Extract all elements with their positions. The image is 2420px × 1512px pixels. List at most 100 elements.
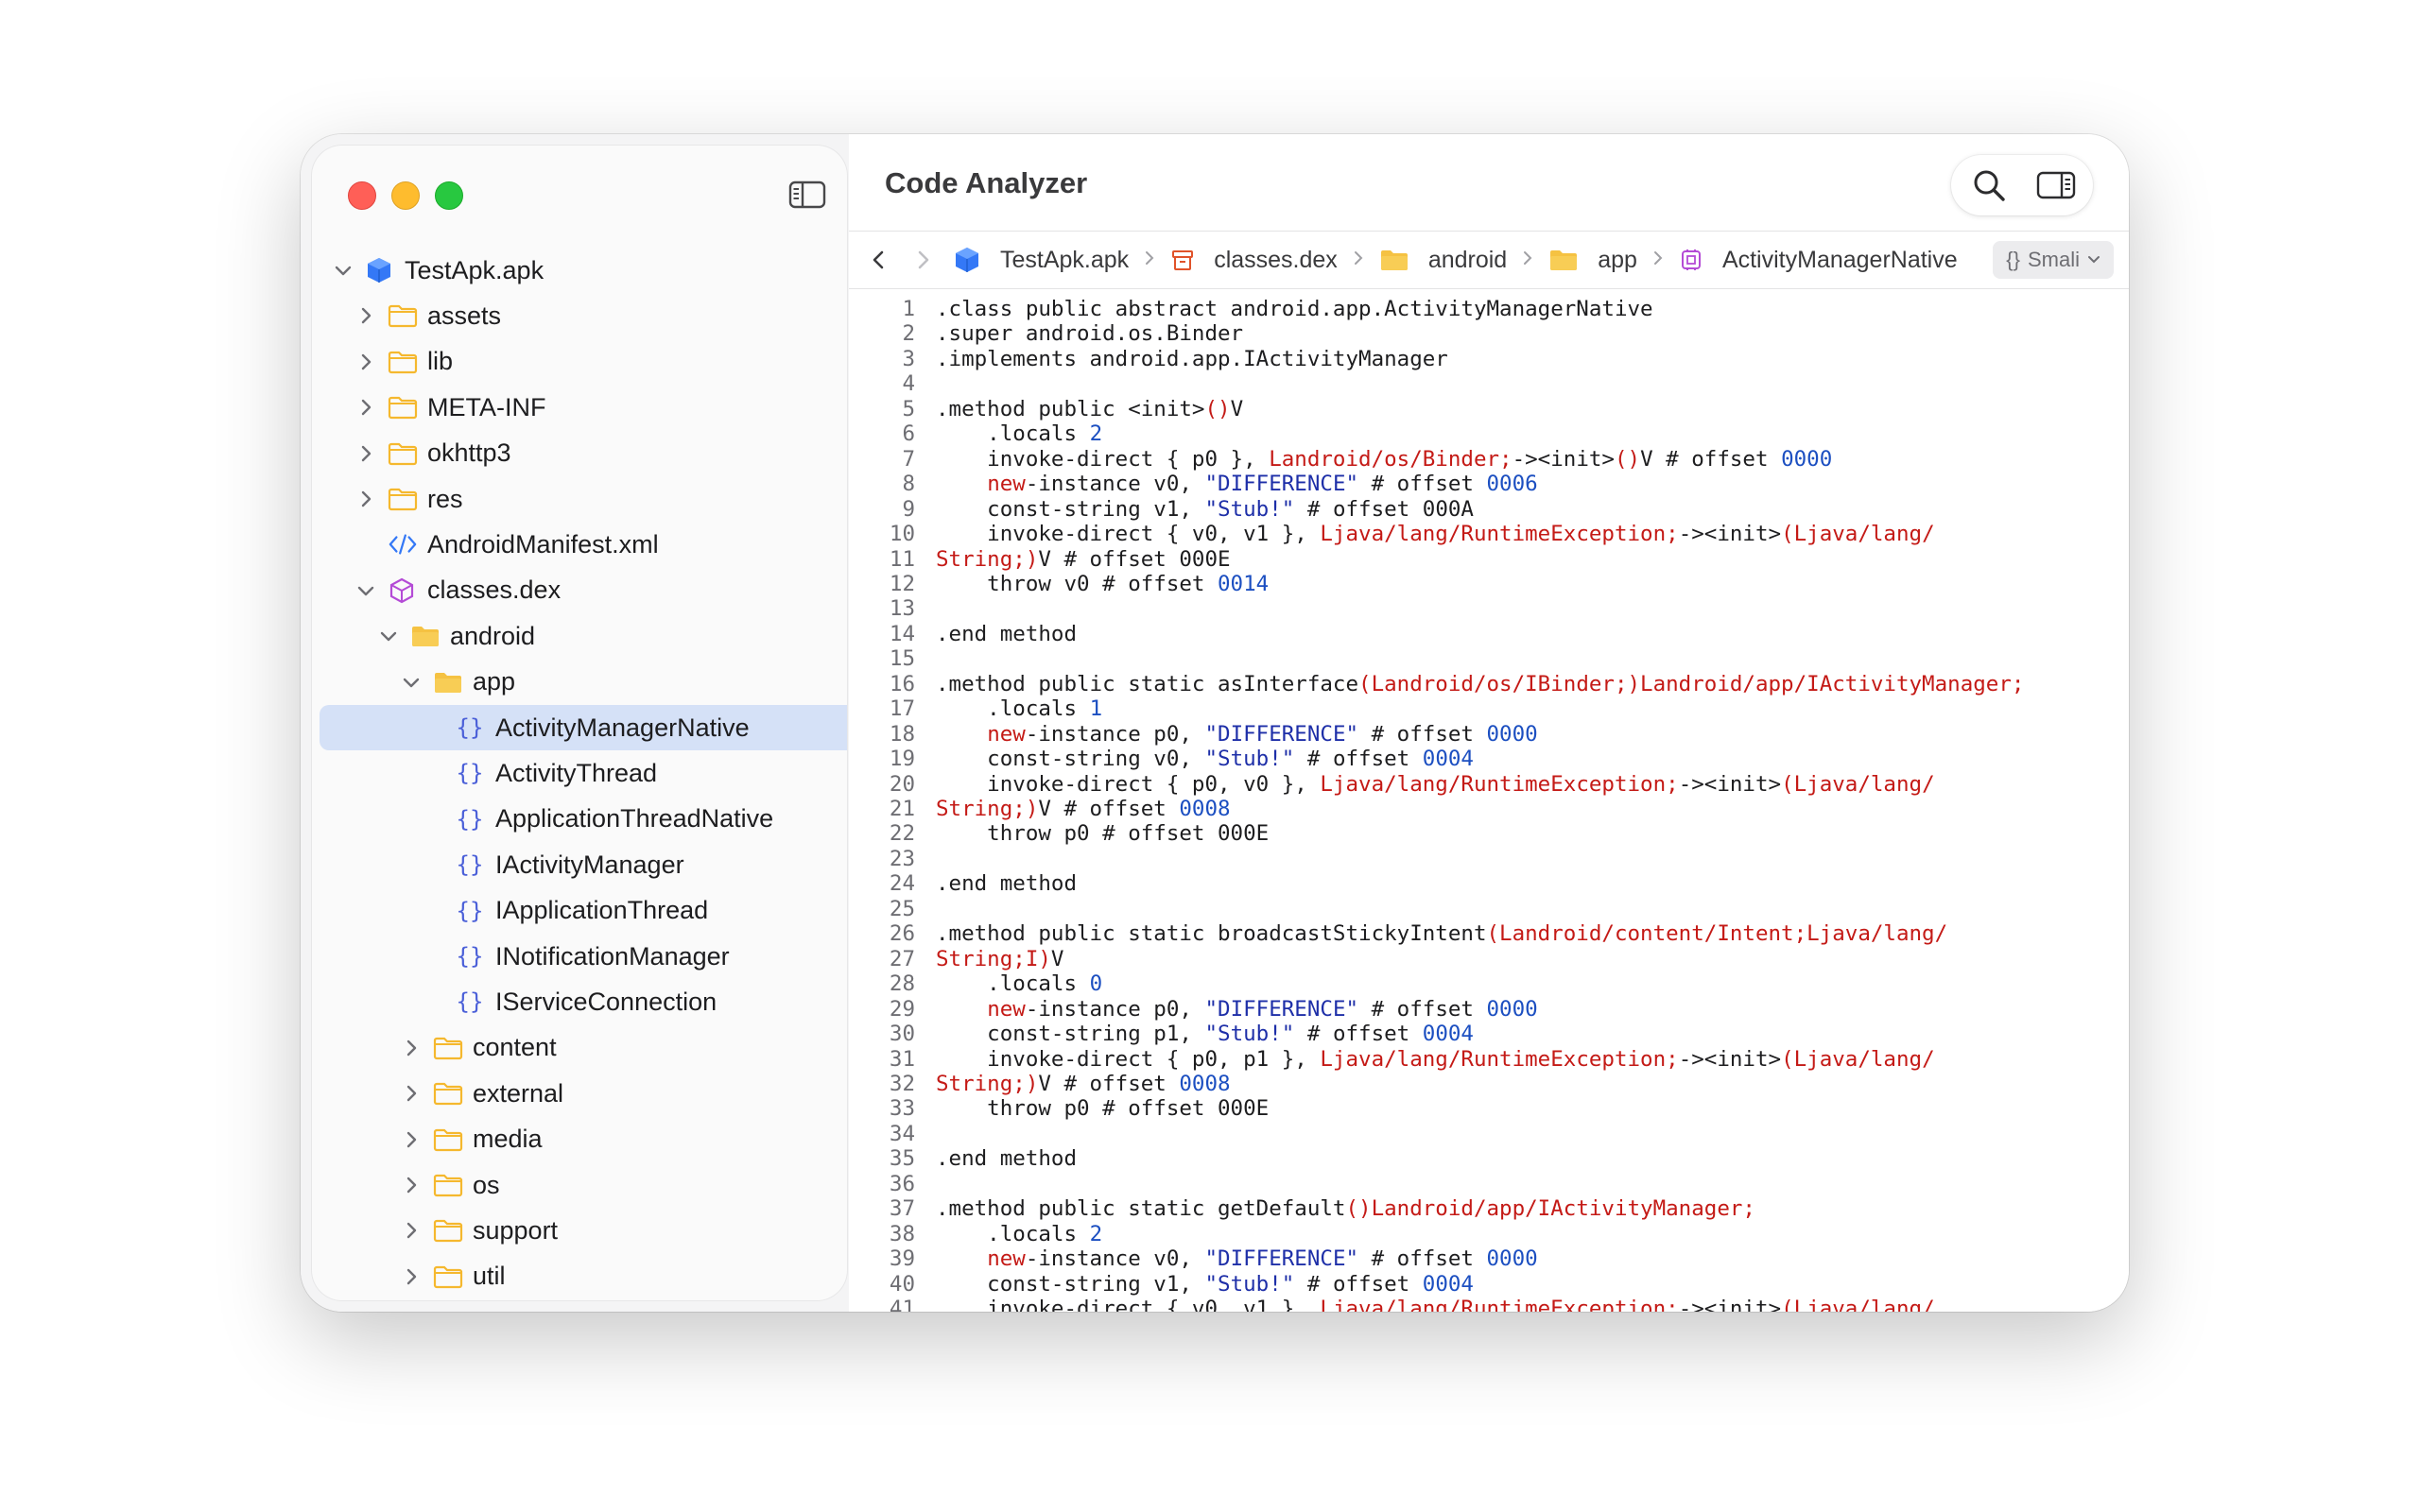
- code-token: V # offset: [1640, 446, 1782, 472]
- code-token: "DIFFERENCE": [1204, 721, 1359, 747]
- tree-item-label: external: [473, 1078, 564, 1108]
- code-token: .locals: [936, 971, 1090, 997]
- tree-item-activitythread[interactable]: {} ActivityThread: [312, 750, 658, 796]
- code-editor[interactable]: 1 .class public abstract android.app.Acti…: [849, 289, 2129, 1312]
- code-token: # offset: [1358, 996, 1487, 1022]
- tree-item-external[interactable]: external: [312, 1071, 563, 1116]
- code-line: 41 invoke-direct { v0, v1 }, Ljava/lang/…: [849, 1297, 2129, 1312]
- tree-item-okhttp3[interactable]: okhttp3: [312, 431, 511, 476]
- code-text: throw v0 # offset 0014: [936, 572, 1269, 596]
- tree-item-app[interactable]: app: [312, 660, 515, 705]
- chevron-right-icon[interactable]: [355, 443, 388, 464]
- code-line: 12 throw v0 # offset 0014: [849, 572, 2129, 596]
- tree-item-classes-dex[interactable]: classes.dex: [312, 568, 561, 613]
- code-token: 0000: [1781, 446, 1833, 472]
- sidebar: TestApk.apk assets lib META-INF okhttp3 res An…: [312, 146, 847, 1300]
- language-select[interactable]: {} Smali: [1993, 241, 2114, 279]
- code-line: 38 .locals 2: [849, 1222, 2129, 1246]
- chevron-right-icon[interactable]: [355, 397, 388, 418]
- braces-icon: {}: [456, 851, 486, 878]
- code-token: "DIFFERENCE": [1204, 996, 1359, 1022]
- dex-file-icon: [388, 577, 418, 604]
- back-chevron-icon[interactable]: [868, 246, 890, 274]
- breadcrumb-item[interactable]: ActivityManagerNative: [1679, 247, 1958, 274]
- code-token: Ljava/lang/RuntimeException;: [1320, 771, 1679, 797]
- chevron-right-icon[interactable]: [401, 1220, 433, 1241]
- tree-item-testapk-apk[interactable]: TestApk.apk: [312, 248, 544, 293]
- tree-item-support[interactable]: support: [312, 1208, 558, 1253]
- line-number: 31: [889, 1046, 915, 1072]
- folder-icon: [388, 440, 418, 467]
- chevron-down-icon[interactable]: [401, 672, 433, 693]
- code-text: .end method: [936, 871, 1077, 896]
- tree-item-assets[interactable]: assets: [312, 293, 501, 338]
- inspector-toggle-icon[interactable]: [2036, 170, 2076, 200]
- zoom-window-button[interactable]: [435, 181, 463, 210]
- chevron-right-icon[interactable]: [355, 489, 388, 509]
- line-number: 21: [889, 797, 915, 821]
- chevron-right-icon[interactable]: [355, 352, 388, 372]
- code-token: Landroid/os/Binder;: [1269, 446, 1512, 472]
- code-token: (Ljava/lang/: [1781, 1046, 1935, 1072]
- code-text: const-string v1, "Stub!" # offset 0004: [936, 1272, 1474, 1297]
- sidebar-container: TestApk.apk assets lib META-INF okhttp3 res An…: [301, 134, 850, 1312]
- minimize-window-button[interactable]: [391, 181, 420, 210]
- chevron-down-icon[interactable]: [378, 626, 410, 646]
- chevron-down-icon[interactable]: [333, 260, 365, 281]
- code-token: "Stub!": [1204, 1271, 1295, 1297]
- tree-item-applicationthreadnative[interactable]: {} ApplicationThreadNative: [312, 797, 774, 842]
- code-text: .method public static broadcastStickyInt…: [936, 921, 1947, 946]
- search-icon[interactable]: [1972, 168, 2006, 202]
- code-token: 0000: [1486, 1246, 1538, 1272]
- code-line: 33 throw p0 # offset 000E: [849, 1096, 2129, 1121]
- chevron-right-icon[interactable]: [355, 305, 388, 326]
- code-token: -><init>: [1678, 771, 1782, 797]
- breadcrumb-item[interactable]: classes.dex: [1170, 247, 1338, 274]
- code-token: String;): [936, 546, 1039, 572]
- tree-item-label: assets: [427, 301, 502, 330]
- code-line: 11 String;)V # offset 000E: [849, 547, 2129, 572]
- chevron-down-icon[interactable]: [355, 580, 388, 601]
- close-window-button[interactable]: [348, 181, 376, 210]
- breadcrumb-item[interactable]: app: [1548, 247, 1637, 274]
- folder-icon: [433, 1035, 463, 1061]
- xml-file-icon: [388, 531, 418, 558]
- chevron-right-icon: [1652, 248, 1664, 272]
- breadcrumb-item[interactable]: android: [1379, 247, 1507, 274]
- chevron-right-icon[interactable]: [401, 1129, 433, 1150]
- code-token: "Stub!": [1204, 747, 1295, 772]
- chevron-right-icon[interactable]: [401, 1083, 433, 1104]
- code-line: 23: [849, 847, 2129, 871]
- chevron-right-icon[interactable]: [401, 1175, 433, 1195]
- code-line: 20 invoke-direct { p0, v0 }, Ljava/lang/…: [849, 772, 2129, 797]
- tree-item-inotificationmanager[interactable]: {} INotificationManager: [312, 934, 730, 979]
- chevron-right-icon[interactable]: [401, 1266, 433, 1287]
- tree-item-res[interactable]: res: [312, 476, 463, 522]
- code-token: String;): [936, 797, 1039, 821]
- tree-item-activitymanagernative[interactable]: {} ActivityManagerNative: [320, 705, 847, 750]
- code-line: 40 const-string v1, "Stub!" # offset 000…: [849, 1272, 2129, 1297]
- tree-item-iactivitymanager[interactable]: {} IActivityManager: [312, 842, 684, 887]
- breadcrumb-item[interactable]: TestApk.apk: [953, 246, 1129, 274]
- code-token: new: [987, 721, 1026, 747]
- tree-item-media[interactable]: media: [312, 1117, 543, 1162]
- tree-item-util[interactable]: util: [312, 1254, 506, 1299]
- tree-item-meta-inf[interactable]: META-INF: [312, 385, 545, 430]
- tree-item-androidmanifest-xml[interactable]: AndroidManifest.xml: [312, 522, 659, 567]
- forward-chevron-icon[interactable]: [911, 246, 934, 274]
- code-line: 21 String;)V # offset 0008: [849, 797, 2129, 821]
- tree-item-lib[interactable]: lib: [312, 339, 453, 385]
- tree-item-android[interactable]: android: [312, 613, 535, 659]
- code-token: # offset: [1294, 1022, 1423, 1047]
- archive-icon: [1170, 248, 1204, 272]
- braces-icon: {}: [456, 898, 486, 924]
- sidebar-toggle-icon[interactable]: [788, 180, 826, 210]
- tree-item-iserviceconnection[interactable]: {} IServiceConnection: [312, 979, 717, 1024]
- tree-item-os[interactable]: os: [312, 1162, 500, 1208]
- code-text: throw p0 # offset 000E: [936, 821, 1269, 846]
- tree-item-content[interactable]: content: [312, 1025, 557, 1071]
- code-token: V # offset: [1038, 797, 1180, 821]
- chevron-right-icon[interactable]: [401, 1038, 433, 1058]
- tree-item-iapplicationthread[interactable]: {} IApplicationThread: [312, 888, 709, 934]
